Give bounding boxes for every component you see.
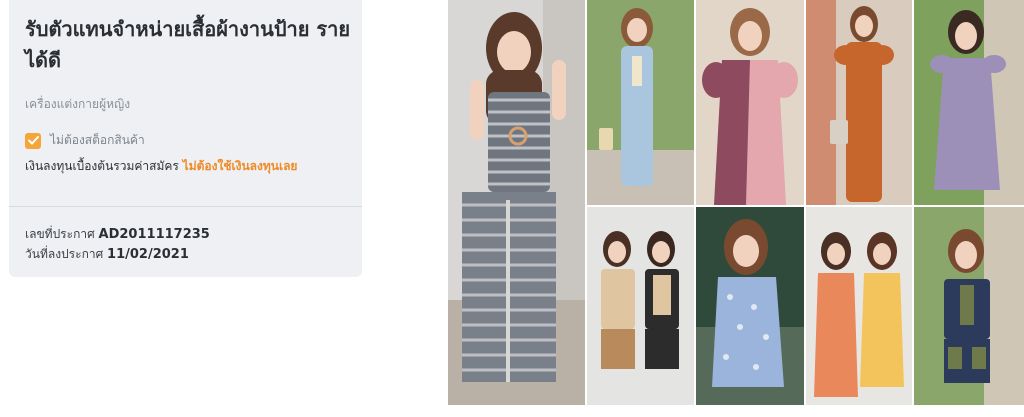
no-stock-feature: ไม่ต้องสต็อกสินค้า <box>25 131 145 150</box>
photo-orange-yellow-blouses[interactable] <box>806 207 912 405</box>
listing-info-card: รับตัวแทนจำหน่ายเสื้อผ้างานป้าย รายได้ดี… <box>9 0 362 277</box>
ad-number: AD2011117235 <box>98 227 210 242</box>
ad-number-label: เลขที่ประกาศ <box>25 227 95 241</box>
photo-floral-romper[interactable] <box>696 207 804 405</box>
photo-lavender-dress[interactable] <box>914 0 1024 205</box>
post-date-label: วันที่ลงประกาศ <box>25 247 104 261</box>
photo-pink-dress[interactable] <box>696 0 804 205</box>
listing-title: รับตัวแทนจำหน่ายเสื้อผ้างานป้าย รายได้ดี <box>25 17 351 72</box>
check-icon <box>25 132 41 149</box>
divider <box>9 206 362 207</box>
investment-value: ไม่ต้องใช้เงินลงทุนเลย <box>182 159 298 173</box>
product-photo-gallery[interactable] <box>448 0 1024 405</box>
post-date-row: วันที่ลงประกาศ 11/02/2021 <box>25 245 189 264</box>
post-date: 11/02/2021 <box>107 247 189 262</box>
investment-label: เงินลงทุนเบื้องต้นรวมค่าสมัคร <box>25 159 179 173</box>
ad-number-row: เลขที่ประกาศ AD2011117235 <box>25 225 210 244</box>
listing-category[interactable]: เครื่องแต่งกายผู้หญิง <box>25 95 130 114</box>
no-stock-label: ไม่ต้องสต็อกสินค้า <box>50 133 145 147</box>
photo-gingham-set[interactable] <box>448 0 585 405</box>
photo-orange-jumpsuit[interactable] <box>806 0 912 205</box>
photo-navy-olive-set[interactable] <box>914 207 1024 405</box>
photo-blue-jumpsuit[interactable] <box>587 0 694 205</box>
photo-two-models-sets[interactable] <box>587 207 694 405</box>
investment-row: เงินลงทุนเบื้องต้นรวมค่าสมัคร ไม่ต้องใช้… <box>25 157 297 176</box>
